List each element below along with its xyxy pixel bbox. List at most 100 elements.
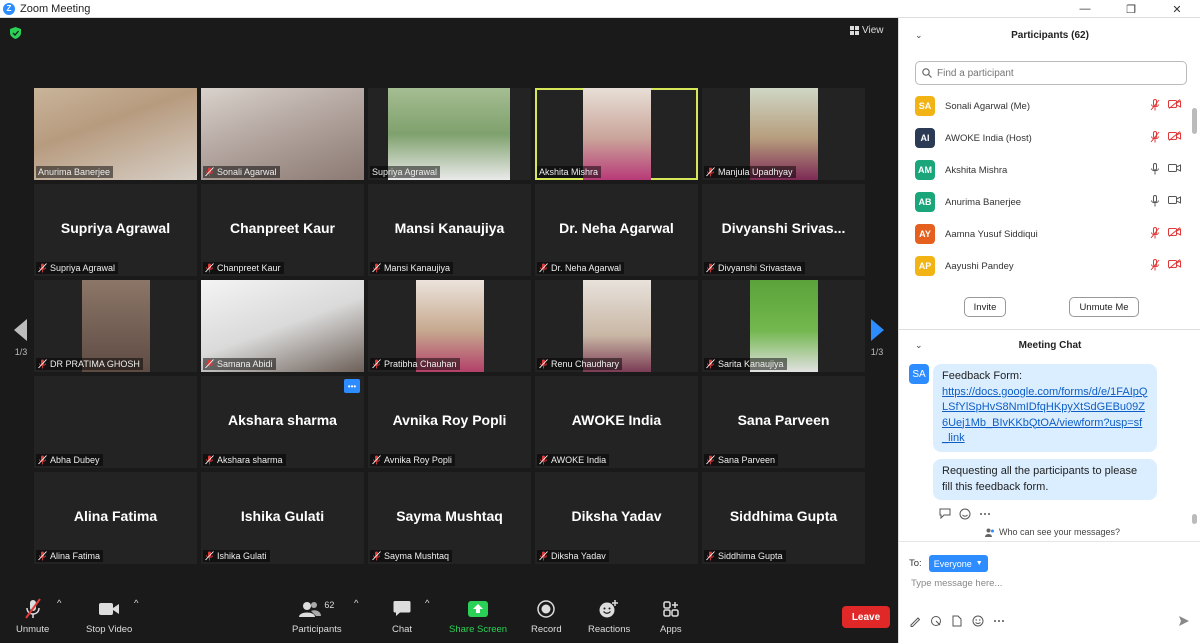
- microphone-muted-icon: [539, 455, 548, 465]
- participant-list-item[interactable]: AI AWOKE India (Host): [915, 122, 1191, 154]
- participant-name-label: Avnika Roy Popli: [370, 454, 455, 466]
- video-options-caret[interactable]: ^: [134, 598, 138, 609]
- participant-name-label: Abha Dubey: [36, 454, 103, 466]
- participant-video-tile[interactable]: Divyanshi Srivas... Divyanshi Srivastava: [702, 184, 865, 276]
- who-can-see-link[interactable]: Who can see your messages?: [985, 527, 1120, 537]
- chat-scrollbar[interactable]: [1192, 364, 1197, 524]
- emoji-icon[interactable]: [972, 615, 984, 627]
- participant-name: Sonali Agarwal (Me): [945, 100, 1031, 112]
- shield-icon[interactable]: [10, 27, 21, 39]
- chat-message-input[interactable]: [911, 578, 1191, 589]
- next-page-button[interactable]: 1/3: [862, 293, 892, 383]
- record-button[interactable]: Record: [531, 598, 562, 635]
- participant-name-label: AWOKE India: [537, 454, 610, 466]
- participant-video-tile[interactable]: Sayma Mushtaq Sayma Mushtaq: [368, 472, 531, 564]
- participant-video-tile[interactable]: Akshita Mishra: [535, 88, 698, 180]
- unmute-button[interactable]: Unmute: [16, 598, 49, 635]
- participant-video-tile[interactable]: AWOKE India AWOKE India: [535, 376, 698, 468]
- participant-list-item[interactable]: AP Aayushi Pandey: [915, 250, 1191, 282]
- maximize-button[interactable]: ❐: [1108, 0, 1154, 18]
- chat-message: Feedback Form: https://docs.google.com/f…: [933, 364, 1157, 452]
- view-button[interactable]: View: [850, 25, 884, 36]
- participant-video-tile[interactable]: Chanpreet Kaur Chanpreet Kaur: [201, 184, 364, 276]
- participant-video-tile[interactable]: Alina Fatima Alina Fatima: [34, 472, 197, 564]
- more-options-icon[interactable]: [993, 615, 1005, 627]
- participants-scrollbar[interactable]: [1192, 90, 1197, 286]
- participant-video-tile[interactable]: Abha Dubey: [34, 376, 197, 468]
- minimize-button[interactable]: —: [1062, 0, 1108, 18]
- participant-avatar: AI: [915, 128, 935, 148]
- reply-icon[interactable]: [939, 508, 951, 519]
- more-options-icon[interactable]: [979, 508, 991, 520]
- participants-button[interactable]: 62 Participants: [292, 598, 342, 635]
- file-icon[interactable]: [951, 615, 963, 627]
- participant-avatar: SA: [915, 96, 935, 116]
- leave-button[interactable]: Leave: [842, 606, 890, 628]
- participant-name-label: Divyanshi Srivastava: [704, 262, 805, 274]
- participant-video-tile[interactable]: DR PRATIMA GHOSH: [34, 280, 197, 372]
- participant-name-label: Anurima Banerjee: [36, 166, 114, 178]
- participant-video-tile[interactable]: Supriya Agrawal: [368, 88, 531, 180]
- microphone-icon: [1151, 163, 1159, 175]
- participant-video-tile[interactable]: Pratibha Chauhan: [368, 280, 531, 372]
- chat-message: Requesting all the participants to pleas…: [933, 459, 1157, 500]
- unmute-me-button[interactable]: Unmute Me: [1069, 297, 1139, 317]
- microphone-muted-icon: [706, 359, 715, 369]
- participant-video-tile[interactable]: Diksha Yadav Diksha Yadav: [535, 472, 698, 564]
- participant-video-tile[interactable]: Manjula Upadhyay: [702, 88, 865, 180]
- participant-video-tile[interactable]: Siddhima Gupta Siddhima Gupta: [702, 472, 865, 564]
- sender-avatar: SA: [909, 364, 929, 384]
- microphone-muted-icon: [205, 551, 214, 561]
- participant-video-tile[interactable]: Samana Abidi: [201, 280, 364, 372]
- participant-video-tile[interactable]: Akshara sharma ••• Akshara sharma: [201, 376, 364, 468]
- participant-video-tile[interactable]: Supriya Agrawal Supriya Agrawal: [34, 184, 197, 276]
- audio-options-caret[interactable]: ^: [57, 598, 61, 609]
- microphone-muted-icon: [1150, 99, 1160, 111]
- participant-video-tile[interactable]: Sarita Kanaujiya: [702, 280, 865, 372]
- chat-title: Meeting Chat: [1018, 339, 1082, 351]
- feedback-form-link[interactable]: https://docs.google.com/forms/d/e/1FAIpQ…: [942, 386, 1147, 445]
- participant-avatar: AB: [915, 192, 935, 212]
- participant-video-tile[interactable]: Renu Chaudhary: [535, 280, 698, 372]
- window-title: Zoom Meeting: [20, 2, 91, 15]
- share-screen-button[interactable]: Share Screen: [449, 598, 507, 635]
- recipient-row: To: Everyone ▼: [909, 555, 988, 572]
- participant-list-item[interactable]: AB Anurima Banerjee: [915, 186, 1191, 218]
- participants-list[interactable]: SA Sonali Agarwal (Me) AI AWOKE India (Host…: [915, 90, 1191, 286]
- participant-list-item[interactable]: AY Aamna Yusuf Siddiqui: [915, 218, 1191, 250]
- apps-button[interactable]: Apps: [660, 598, 682, 635]
- participant-list-item[interactable]: AM Akshita Mishra: [915, 154, 1191, 186]
- participant-video-tile[interactable]: Ishika Gulati Ishika Gulati: [201, 472, 364, 564]
- participant-list-item[interactable]: SA Sonali Agarwal (Me): [915, 90, 1191, 122]
- invite-button[interactable]: Invite: [964, 297, 1006, 317]
- send-icon[interactable]: [1178, 615, 1190, 627]
- participant-avatar: AM: [915, 160, 935, 180]
- meeting-toolbar: Unmute ^ Stop Video ^ 62 Participants ^ …: [0, 594, 898, 643]
- tile-more-options-button[interactable]: •••: [344, 379, 360, 393]
- close-button[interactable]: ✕: [1154, 0, 1200, 18]
- format-text-icon[interactable]: [909, 615, 921, 627]
- participant-name: AWOKE India (Host): [945, 132, 1032, 144]
- participant-search-input[interactable]: [937, 67, 1177, 79]
- recipient-dropdown[interactable]: Everyone ▼: [928, 555, 988, 572]
- screenshot-icon[interactable]: [930, 615, 942, 627]
- participant-video-tile[interactable]: Anurima Banerjee: [34, 88, 197, 180]
- emoji-react-icon[interactable]: [959, 508, 971, 520]
- chat-button[interactable]: Chat: [392, 598, 412, 635]
- participant-search-box[interactable]: [915, 61, 1187, 85]
- participants-options-caret[interactable]: ^: [354, 598, 358, 609]
- participant-video-tile[interactable]: Sana Parveen Sana Parveen: [702, 376, 865, 468]
- video-off-icon: [1168, 259, 1181, 269]
- chat-divider: [899, 541, 1200, 542]
- stop-video-button[interactable]: Stop Video: [86, 598, 132, 635]
- participant-video-tile[interactable]: Avnika Roy Popli Avnika Roy Popli: [368, 376, 531, 468]
- microphone-muted-icon: [205, 263, 214, 273]
- participant-video-tile[interactable]: Sonali Agarwal: [201, 88, 364, 180]
- participant-video-tile[interactable]: Mansi Kanaujiya Mansi Kanaujiya: [368, 184, 531, 276]
- view-label: View: [862, 25, 884, 36]
- microphone-muted-icon: [539, 359, 548, 369]
- chat-options-caret[interactable]: ^: [425, 598, 429, 609]
- participant-video-tile[interactable]: Dr. Neha Agarwal Dr. Neha Agarwal: [535, 184, 698, 276]
- reactions-button[interactable]: Reactions: [588, 598, 630, 635]
- previous-page-button[interactable]: 1/3: [6, 293, 36, 383]
